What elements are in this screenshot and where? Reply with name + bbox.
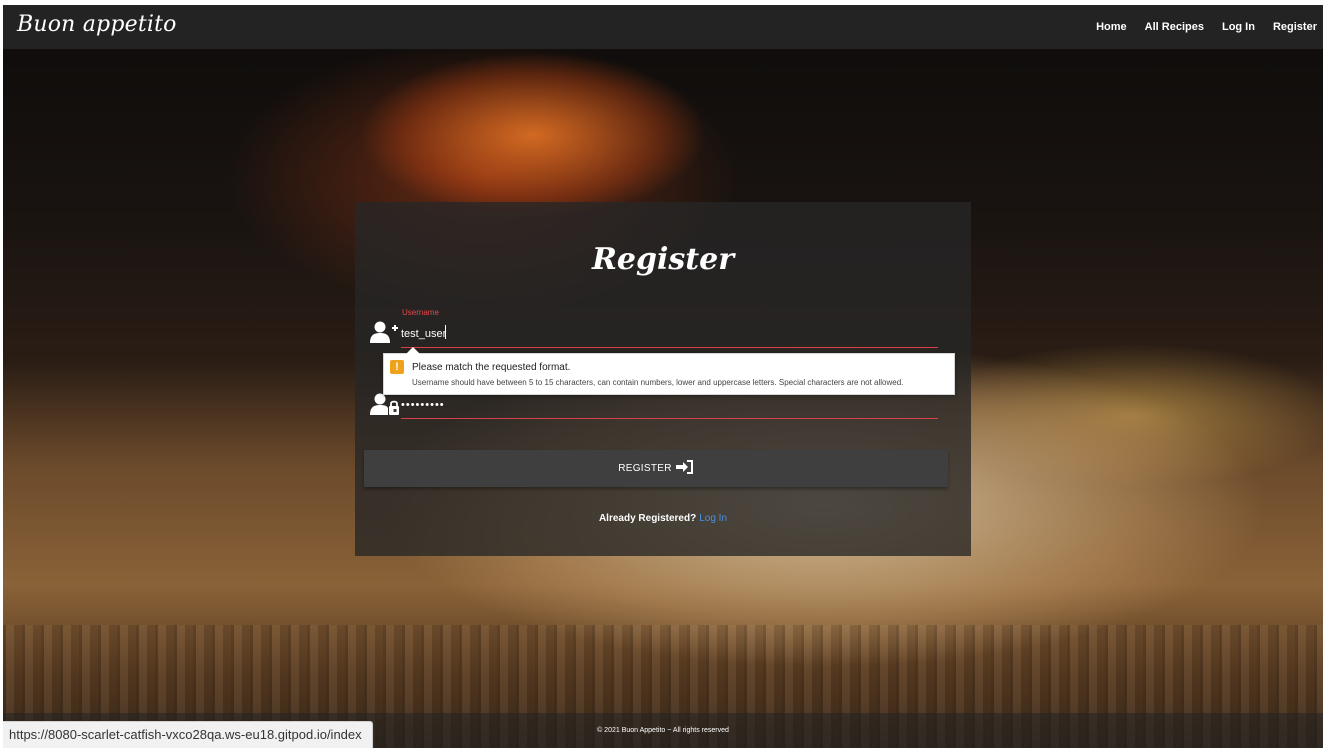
user-plus-icon [370,320,400,349]
validation-tooltip: ! Please match the requested format. Use… [383,347,955,395]
already-registered: Already Registered? Log In [355,513,971,524]
text-caret [445,325,446,339]
nav-all-recipes[interactable]: All Recipes [1145,21,1204,33]
validation-title: Please match the requested format. [412,362,571,373]
login-link[interactable]: Log In [699,513,727,524]
nav-links: Home All Recipes Log In Register [1096,5,1323,49]
page-title: Register [591,242,735,277]
user-lock-icon [370,392,400,421]
password-input[interactable] [401,392,938,419]
nav-log-in[interactable]: Log In [1222,21,1255,33]
username-input[interactable] [401,320,938,348]
username-label: Username [402,308,439,317]
sign-in-icon [672,460,694,477]
browser-status-url: https://8080-scarlet-catfish-vxco28qa.ws… [3,721,373,748]
nav-register[interactable]: Register [1273,21,1317,33]
validation-message: Username should have between 5 to 15 cha… [412,378,904,387]
register-button[interactable]: REGISTER [364,450,948,487]
navbar: Buon appetito Home All Recipes Log In Re… [3,5,1323,49]
already-registered-text: Already Registered? [598,513,697,524]
warning-icon: ! [390,360,404,374]
register-button-label: REGISTER [618,463,672,474]
brand-logo[interactable]: Buon appetito [17,12,177,37]
nav-home[interactable]: Home [1096,21,1127,33]
